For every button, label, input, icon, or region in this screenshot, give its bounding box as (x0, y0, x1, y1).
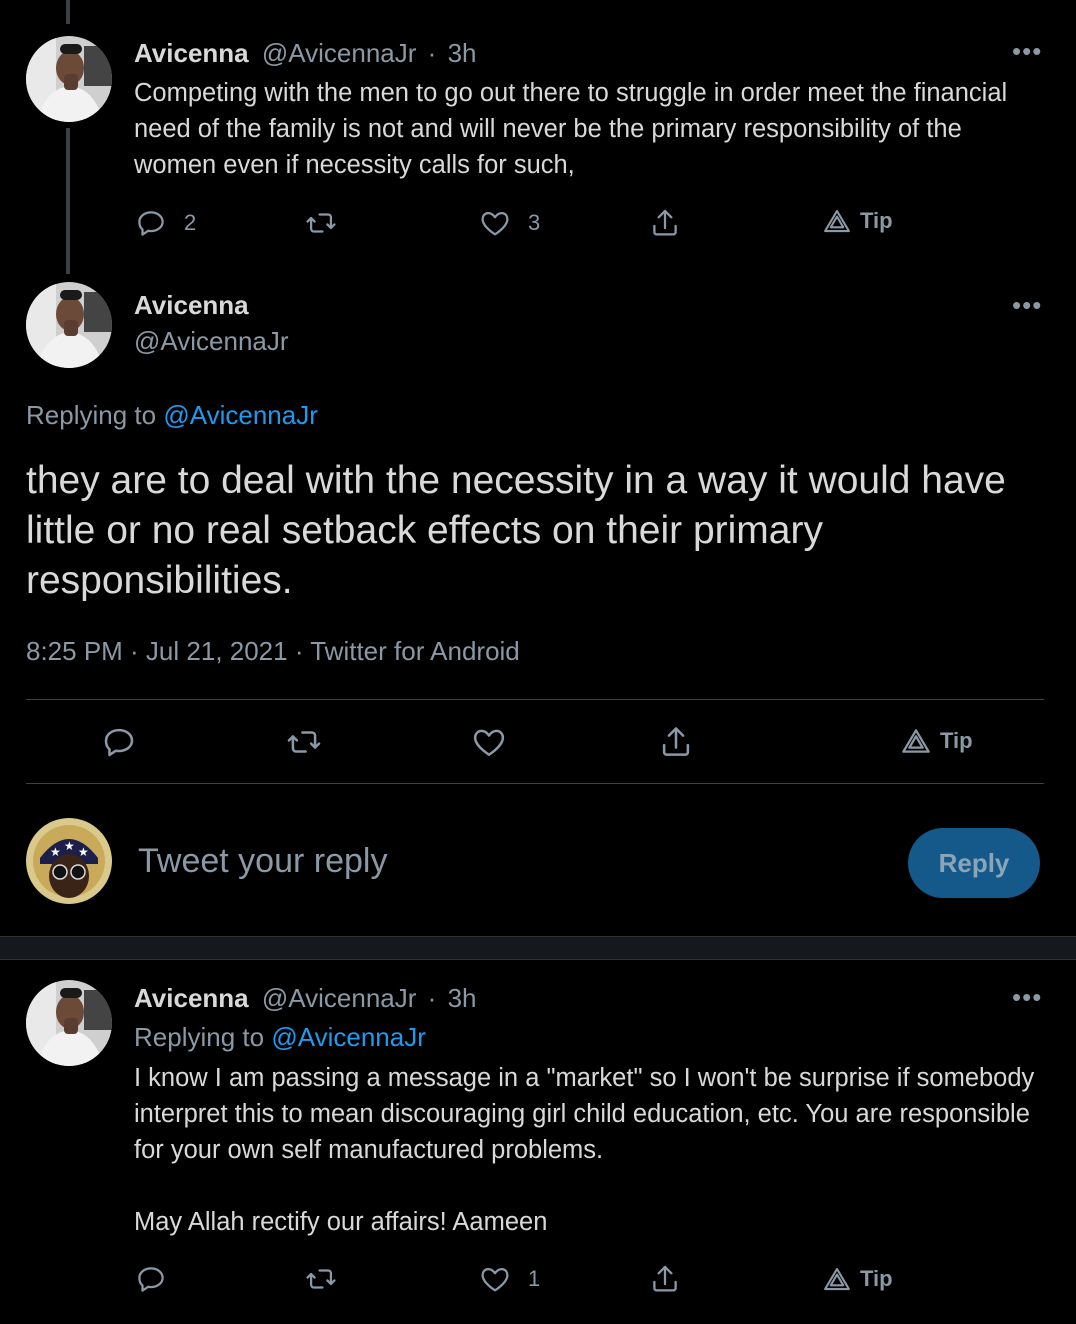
avatar-photo (26, 980, 112, 1066)
meta-dot: · (427, 983, 437, 1013)
share-icon (648, 1262, 682, 1296)
like-count: 1 (528, 1266, 541, 1291)
author-handle[interactable]: @AvicennaJr (262, 38, 417, 68)
retweet-icon (304, 206, 338, 240)
reply-submit-button[interactable]: Reply (908, 828, 1040, 898)
tip-button[interactable]: Tip (822, 1264, 893, 1294)
avatar[interactable] (26, 980, 112, 1066)
replying-prefix: Replying to (26, 400, 157, 430)
tweet-timestamp[interactable]: 8:25 PM · Jul 21, 2021 · Twitter for And… (26, 636, 520, 667)
like-icon (478, 1262, 512, 1296)
like-icon (478, 206, 512, 240)
reply-button[interactable]: 2 (134, 206, 196, 240)
user-avatar[interactable]: ★ ★ ★ (26, 818, 112, 904)
avatar[interactable] (26, 36, 112, 122)
section-separator (0, 936, 1076, 960)
tip-button[interactable]: Tip (822, 206, 893, 236)
reply-button[interactable] (100, 723, 138, 761)
tweet-text: I know I am passing a message in a "mark… (134, 1064, 1035, 1164)
replying-to: Replying to @AvicennaJr (134, 1022, 426, 1053)
tweet-header: Avicenna @AvicennaJr · 3h (134, 38, 476, 69)
replying-handle-link[interactable]: @AvicennaJr (271, 1022, 426, 1052)
author-handle[interactable]: @AvicennaJr (262, 983, 417, 1013)
main-tweet-text: they are to deal with the necessity in a… (26, 459, 1006, 602)
tip-icon (822, 206, 852, 236)
like-button[interactable] (470, 723, 508, 761)
more-icon[interactable]: ••• (1012, 984, 1042, 1010)
replying-handle-link[interactable]: @AvicennaJr (163, 400, 318, 430)
svg-text:★: ★ (50, 845, 61, 859)
tip-button[interactable]: Tip (900, 725, 973, 757)
like-icon (470, 723, 508, 761)
avatar-photo (26, 282, 112, 368)
reply-icon (134, 206, 168, 240)
reply-icon (100, 723, 138, 761)
retweet-button[interactable] (285, 723, 323, 761)
tip-icon (822, 1264, 852, 1294)
reply-count: 2 (184, 210, 197, 235)
tweet-header: Avicenna @AvicennaJr · 3h (134, 983, 476, 1014)
avatar[interactable] (26, 282, 112, 368)
svg-text:★: ★ (78, 845, 89, 859)
tip-label: Tip (860, 1266, 893, 1291)
reply-button[interactable] (134, 1262, 168, 1296)
more-icon[interactable]: ••• (1012, 292, 1042, 318)
tweet-text: Competing with the men to go out there t… (134, 79, 1008, 179)
reply-input[interactable]: Tweet your reply (138, 842, 387, 881)
divider (26, 783, 1044, 784)
tip-label: Tip (940, 728, 973, 753)
share-icon (648, 206, 682, 240)
tip-icon (900, 725, 932, 757)
author-name[interactable]: Avicenna (134, 38, 249, 68)
reply-icon (134, 1262, 168, 1296)
tweet-text-closing: May Allah rectify our affairs! Aameen (134, 1208, 548, 1236)
retweet-button[interactable] (304, 206, 338, 240)
avatar-photo (26, 36, 112, 122)
meta-dot: · (427, 38, 437, 68)
author-name[interactable]: Avicenna (134, 290, 249, 321)
share-icon (657, 723, 695, 761)
svg-text:★: ★ (64, 839, 75, 853)
like-count: 3 (528, 210, 541, 235)
like-button[interactable]: 1 (478, 1262, 540, 1296)
divider (26, 699, 1044, 700)
share-button[interactable] (657, 723, 695, 761)
tip-label: Tip (860, 208, 893, 233)
replying-prefix: Replying to (134, 1022, 265, 1052)
tweet-time[interactable]: 3h (448, 983, 477, 1013)
author-name[interactable]: Avicenna (134, 983, 249, 1013)
author-handle[interactable]: @AvicennaJr (134, 326, 289, 357)
retweet-icon (304, 1262, 338, 1296)
thread-line-top (66, 0, 70, 24)
replying-to: Replying to @AvicennaJr (26, 400, 318, 431)
user-avatar-photo: ★ ★ ★ (26, 818, 112, 904)
share-button[interactable] (648, 206, 682, 240)
thread-line-middle (66, 128, 70, 274)
more-icon[interactable]: ••• (1012, 38, 1042, 64)
retweet-icon (285, 723, 323, 761)
retweet-button[interactable] (304, 1262, 338, 1296)
like-button[interactable]: 3 (478, 206, 540, 240)
tweet-time[interactable]: 3h (448, 38, 477, 68)
share-button[interactable] (648, 1262, 682, 1296)
